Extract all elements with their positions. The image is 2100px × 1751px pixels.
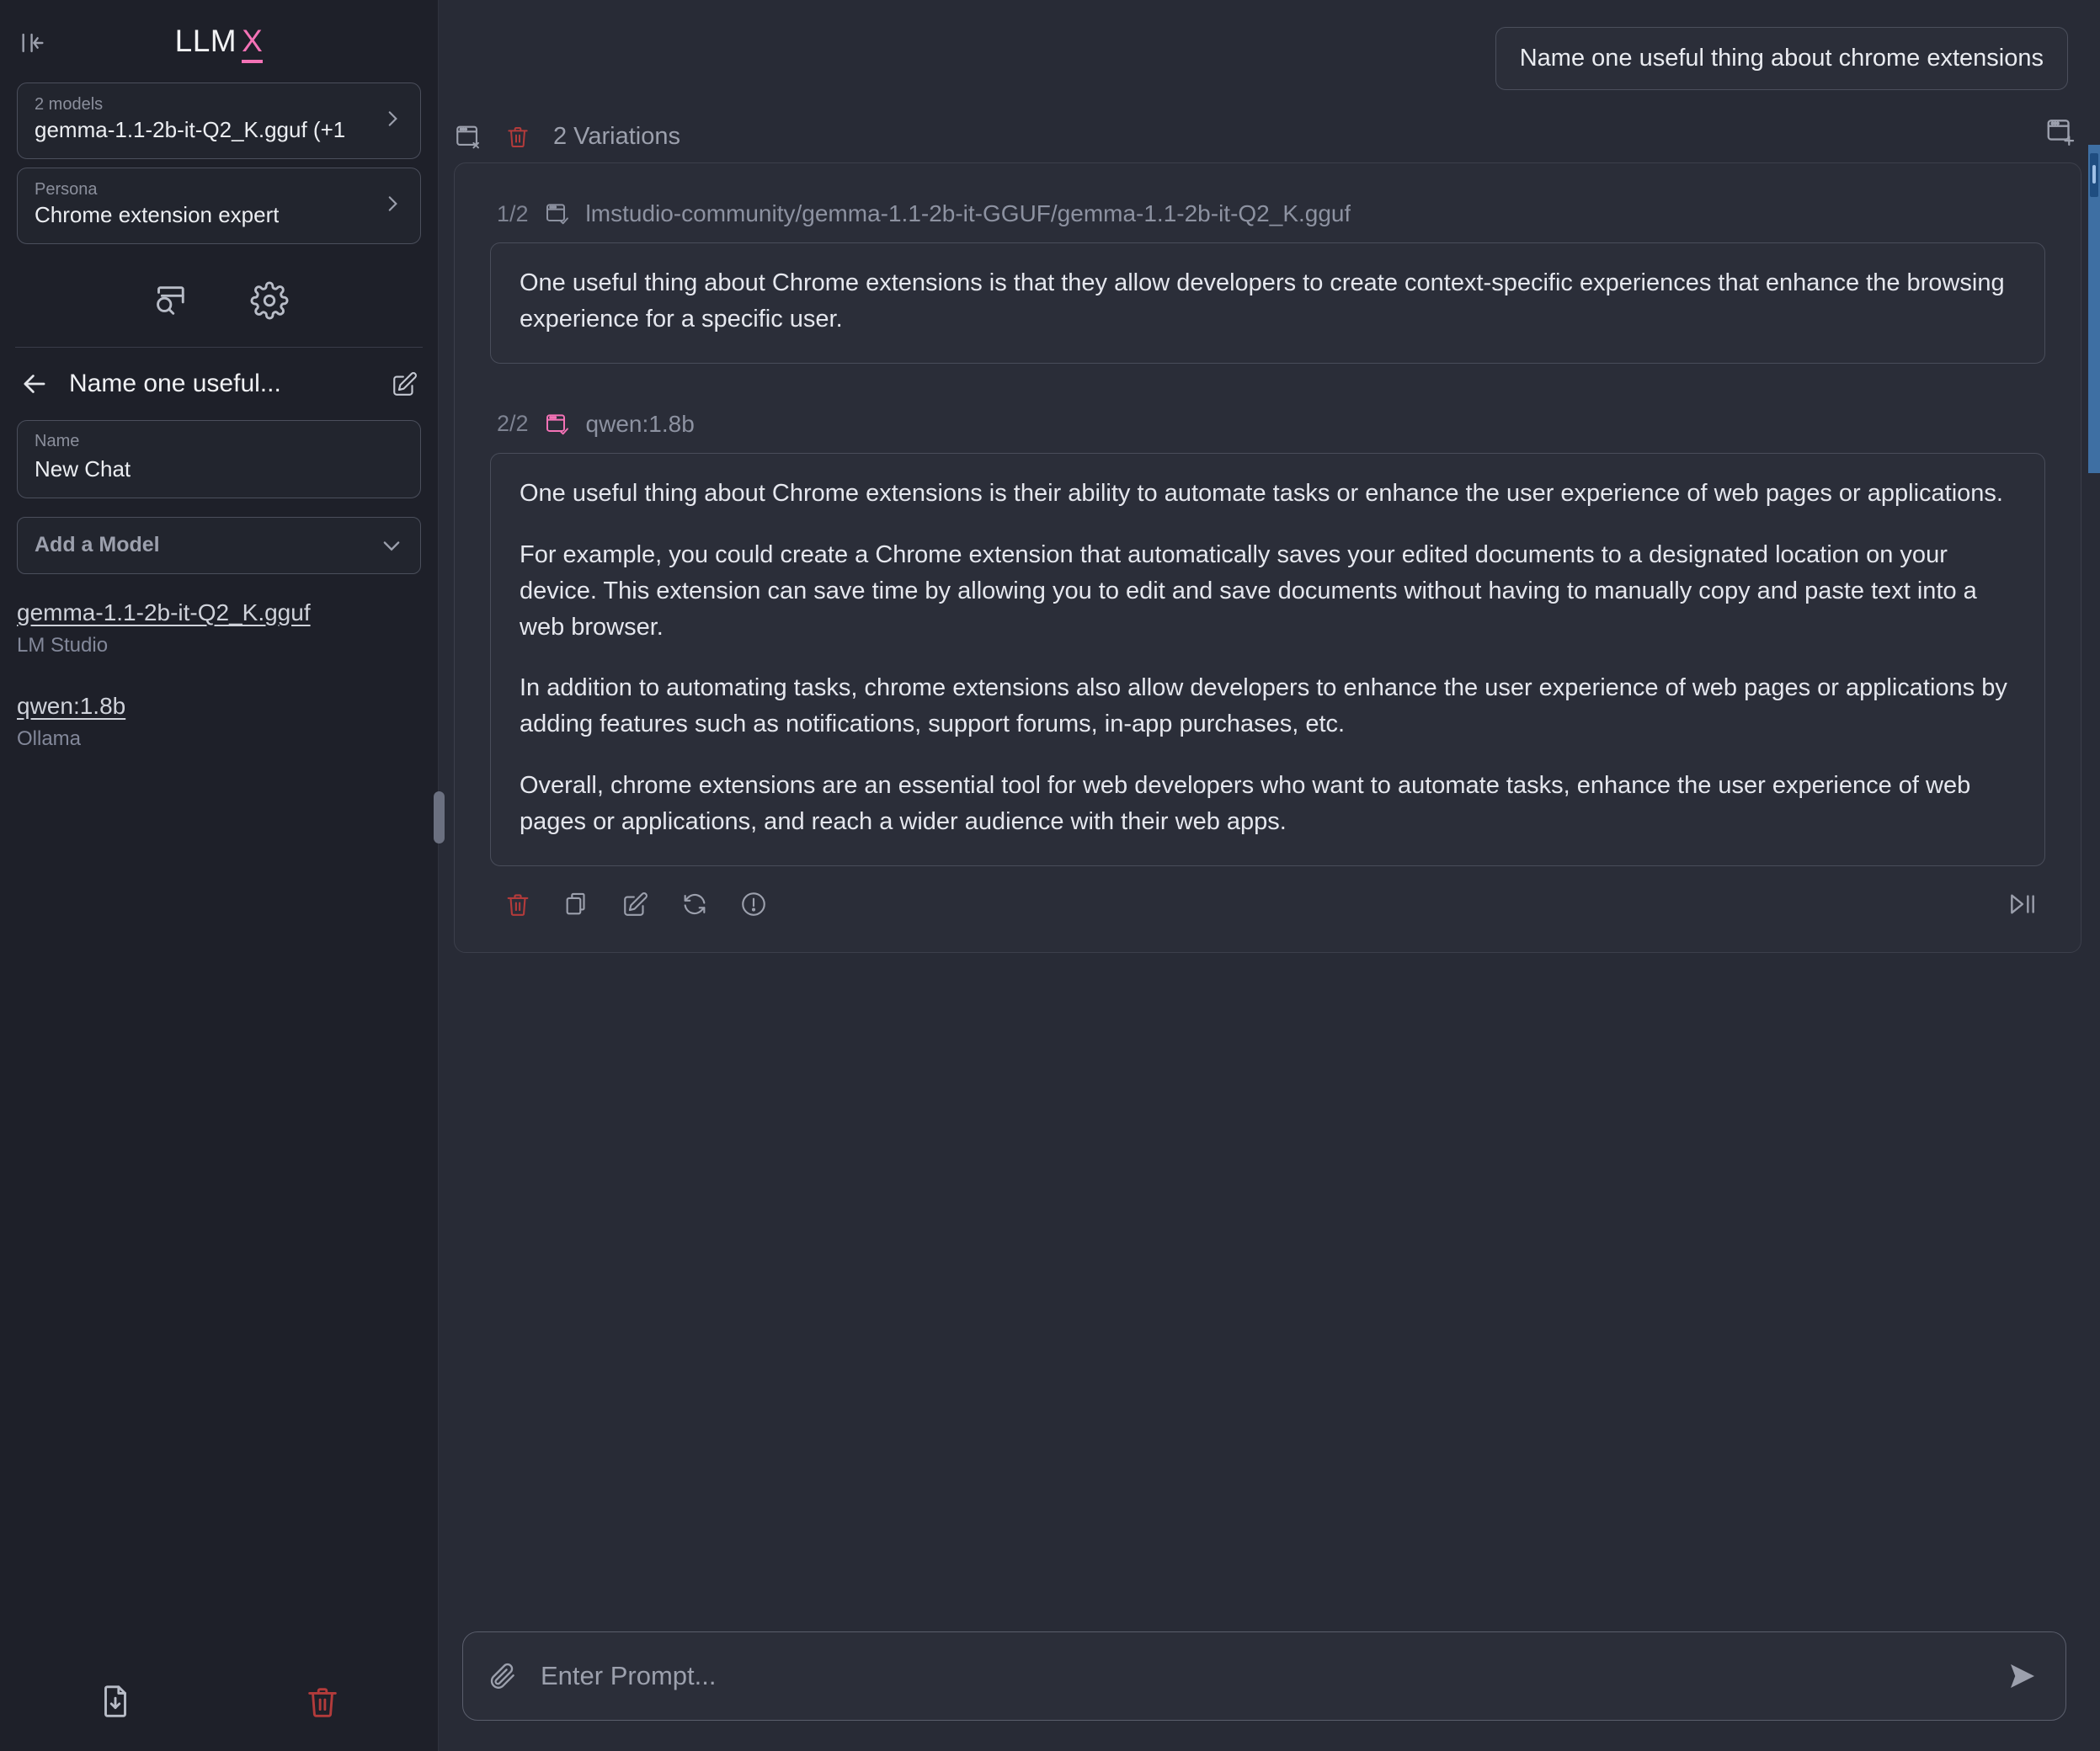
paperclip-icon[interactable] <box>487 1660 519 1692</box>
export-download-icon[interactable] <box>96 1682 135 1721</box>
chat-name-value: New Chat <box>35 455 131 482</box>
variations-header: 2 Variations <box>0 90 2100 151</box>
model-provider-label: LM Studio <box>17 633 109 657</box>
prompt-bar[interactable]: Enter Prompt... <box>462 1631 2066 1721</box>
sidebar-footer <box>0 1682 438 1751</box>
play-pause-icon[interactable] <box>2007 888 2039 920</box>
response-paragraph: For example, you could create a Chrome e… <box>520 540 1977 641</box>
collapse-panel-icon[interactable] <box>15 25 51 61</box>
response-paragraph: One useful thing about Chrome extensions… <box>520 479 2003 507</box>
prompt-row: Enter Prompt... <box>439 1631 2100 1751</box>
sidebar-quick-actions <box>0 281 438 320</box>
chat-title: Name one useful... <box>69 369 281 397</box>
model-name-link[interactable]: qwen:1.8b <box>17 693 125 720</box>
variation-index: 1/2 <box>497 200 529 226</box>
window-add-icon[interactable] <box>2044 115 2076 147</box>
app-root: LLM X 2 models gemma-1.1-2b-it-Q2_K.gguf … <box>0 0 2100 1751</box>
chevron-down-icon <box>380 534 403 557</box>
sidebar: LLM X 2 models gemma-1.1-2b-it-Q2_K.gguf … <box>0 0 445 1751</box>
add-model-label: Add a Model <box>35 533 160 557</box>
persona-selector-value: Chrome extension expert <box>35 201 280 227</box>
user-message-row: Name one useful thing about chrome exten… <box>439 0 2100 90</box>
variation-model-name: qwen:1.8b <box>585 410 695 437</box>
prompt-search-icon[interactable] <box>149 281 188 320</box>
variations-card: 1/2 lmstudio-community/gemma-1.1-2b-it-G… <box>454 162 2081 954</box>
chevron-right-icon <box>381 190 403 217</box>
app-title: LLM X <box>174 24 264 63</box>
prompt-input[interactable]: Enter Prompt... <box>541 1661 1983 1691</box>
variation-meta: 1/2 lmstudio-community/gemma-1.1-2b-it-G… <box>483 189 2052 242</box>
brand-accent: X <box>242 24 264 63</box>
variation-index: 2/2 <box>497 411 529 437</box>
settings-gear-icon[interactable] <box>250 281 289 320</box>
chat-name-label: Name <box>35 431 80 450</box>
variation-block: 2/2 qwen:1.8b One useful thing about Chr… <box>483 399 2052 925</box>
variation-block: 1/2 lmstudio-community/gemma-1.1-2b-it-G… <box>483 189 2052 364</box>
chat-detail-header: Name one useful... <box>0 348 438 415</box>
back-arrow-icon[interactable] <box>19 368 51 400</box>
response-paragraph: One useful thing about Chrome extensions… <box>520 269 2005 333</box>
main-scrollbar-thumb[interactable] <box>2090 153 2098 197</box>
window-close-icon[interactable] <box>454 122 482 151</box>
regenerate-response-icon[interactable] <box>680 890 709 918</box>
user-message-bubble: Name one useful thing about chrome exten… <box>1495 27 2068 90</box>
delete-variations-icon[interactable] <box>504 123 531 150</box>
window-check-icon[interactable] <box>544 200 571 227</box>
chat-model-list: gemma-1.1-2b-it-Q2_K.gguf LM Studio qwen… <box>0 574 438 786</box>
edit-response-icon[interactable] <box>621 890 650 918</box>
add-model-dropdown[interactable]: Add a Model <box>17 516 421 574</box>
send-arrow-icon[interactable] <box>2005 1658 2040 1694</box>
variation-response: One useful thing about Chrome extensions… <box>490 242 2045 364</box>
sidebar-scrollbar-thumb[interactable] <box>434 791 445 844</box>
list-item: qwen:1.8b Ollama <box>17 693 421 751</box>
delete-trash-icon[interactable] <box>303 1682 342 1721</box>
edit-pencil-icon[interactable] <box>391 370 419 398</box>
persona-selector[interactable]: Persona Chrome extension expert <box>17 167 421 244</box>
copy-response-icon[interactable] <box>562 890 591 918</box>
response-action-bar <box>483 866 2052 925</box>
delete-response-icon[interactable] <box>504 890 532 918</box>
persona-selector-label: Persona <box>35 179 98 199</box>
brand-name: LLM <box>174 24 237 58</box>
main-panel: Name one useful thing about chrome exten… <box>439 0 2100 1751</box>
sidebar-header: LLM X <box>0 0 438 82</box>
variation-model-name: lmstudio-community/gemma-1.1-2b-it-GGUF/… <box>585 200 1351 226</box>
main-scrollbar[interactable] <box>2088 145 2100 473</box>
model-provider-label: Ollama <box>17 726 82 750</box>
response-paragraph: Overall, chrome extensions are an essent… <box>520 772 1971 836</box>
variations-count-label: 2 Variations <box>553 122 680 150</box>
response-paragraph: In addition to automating tasks, chrome … <box>520 674 2007 738</box>
main-spacer <box>439 953 2100 1631</box>
list-item: gemma-1.1-2b-it-Q2_K.gguf LM Studio <box>17 599 421 657</box>
response-info-icon[interactable] <box>739 890 768 918</box>
variation-meta: 2/2 qwen:1.8b <box>483 399 2052 453</box>
model-name-link[interactable]: gemma-1.1-2b-it-Q2_K.gguf <box>17 599 311 626</box>
window-check-icon[interactable] <box>544 411 571 438</box>
chat-name-field[interactable]: Name New Chat <box>17 419 421 498</box>
variation-response: One useful thing about Chrome extensions… <box>490 452 2045 867</box>
